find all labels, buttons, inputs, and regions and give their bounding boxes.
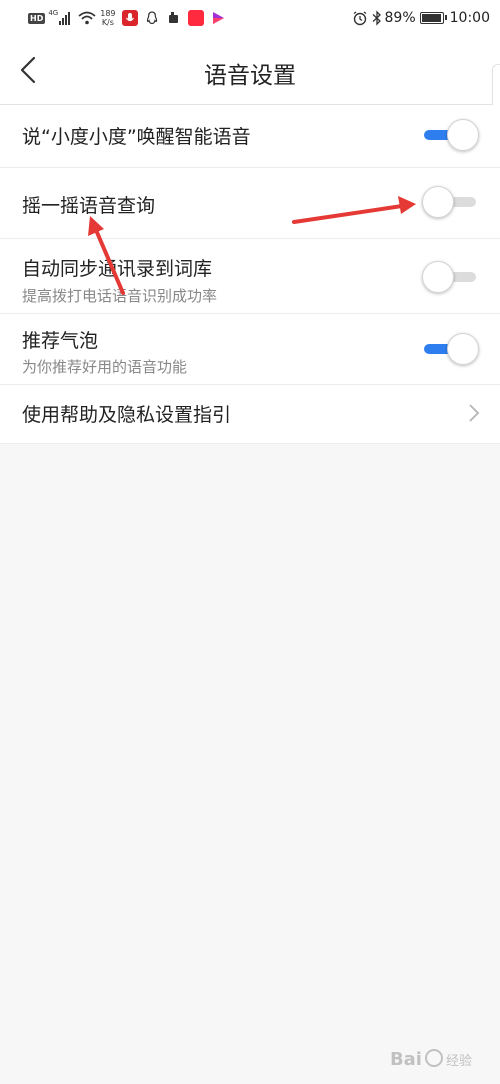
toggle-thumb xyxy=(422,261,454,293)
shake-query-toggle[interactable] xyxy=(422,186,478,218)
setting-description: 提高拨打电话语音识别成功率 xyxy=(22,287,218,305)
bubble-toggle[interactable] xyxy=(422,333,479,365)
network-speed: 189 K/s xyxy=(100,9,115,27)
toggle-thumb xyxy=(447,119,479,151)
setting-label: 自动同步通讯录到词库 xyxy=(22,258,213,280)
wake-word-toggle[interactable] xyxy=(422,119,479,151)
baidu-voice-icon xyxy=(121,10,138,26)
paw-icon xyxy=(424,1049,443,1067)
setting-label: 说“小度小度”唤醒智能语音 xyxy=(22,126,251,148)
sync-contacts-toggle[interactable] xyxy=(422,261,478,293)
setting-description: 为你推荐好用的语音功能 xyxy=(22,358,188,376)
setting-row-help[interactable]: 使用帮助及隐私设置指引 xyxy=(0,385,500,444)
wifi-icon xyxy=(78,11,96,25)
setting-label: 摇一摇语音查询 xyxy=(22,195,156,217)
setting-row-wake-word[interactable]: 说“小度小度”唤醒智能语音 xyxy=(0,105,500,168)
battery-icon xyxy=(419,12,447,24)
toggle-thumb xyxy=(447,333,479,365)
setting-row-shake-query[interactable]: 摇一摇语音查询 xyxy=(0,168,500,239)
baidu-watermark: Bai 经验 xyxy=(390,1049,472,1070)
settings-list: 说“小度小度”唤醒智能语音 摇一摇语音查询 自动同步通讯录到词库 提高拨打电话语… xyxy=(0,105,500,444)
toggle-thumb xyxy=(422,186,454,218)
chevron-right-icon xyxy=(469,404,480,422)
status-bar: HD 4G 189 K/s 89% 10:00 xyxy=(0,0,500,36)
battery-fill xyxy=(421,14,442,22)
chat-icon xyxy=(168,12,178,23)
setting-label: 推荐气泡 xyxy=(22,330,99,352)
setting-row-bubble[interactable]: 推荐气泡 为你推荐好用的语音功能 xyxy=(0,314,500,385)
app-red-icon xyxy=(187,10,204,26)
speed-value: 189 xyxy=(100,9,116,18)
setting-row-sync-contacts[interactable]: 自动同步通讯录到词库 提高拨打电话语音识别成功率 xyxy=(0,239,500,314)
page-title: 语音设置 xyxy=(204,63,296,89)
qq-icon xyxy=(146,11,157,25)
speed-unit: K/s xyxy=(101,18,114,27)
watermark-suffix: 经验 xyxy=(445,1054,472,1069)
status-time: 10:00 xyxy=(449,10,490,26)
top-app-bar: 语音设置 xyxy=(0,36,500,105)
video-app-icon xyxy=(212,12,224,24)
alarm-icon xyxy=(353,11,366,26)
setting-label: 使用帮助及隐私设置指引 xyxy=(22,404,232,426)
watermark-text: Bai xyxy=(389,1049,422,1070)
network-type: 4G xyxy=(48,9,59,17)
signal-icon xyxy=(59,12,71,25)
status-left: HD 4G 189 K/s xyxy=(28,9,232,27)
hd-badge: HD xyxy=(28,12,46,24)
bluetooth-icon xyxy=(372,10,381,26)
status-right: 89% 10:00 xyxy=(352,9,490,27)
battery-percent: 89% xyxy=(384,10,416,26)
